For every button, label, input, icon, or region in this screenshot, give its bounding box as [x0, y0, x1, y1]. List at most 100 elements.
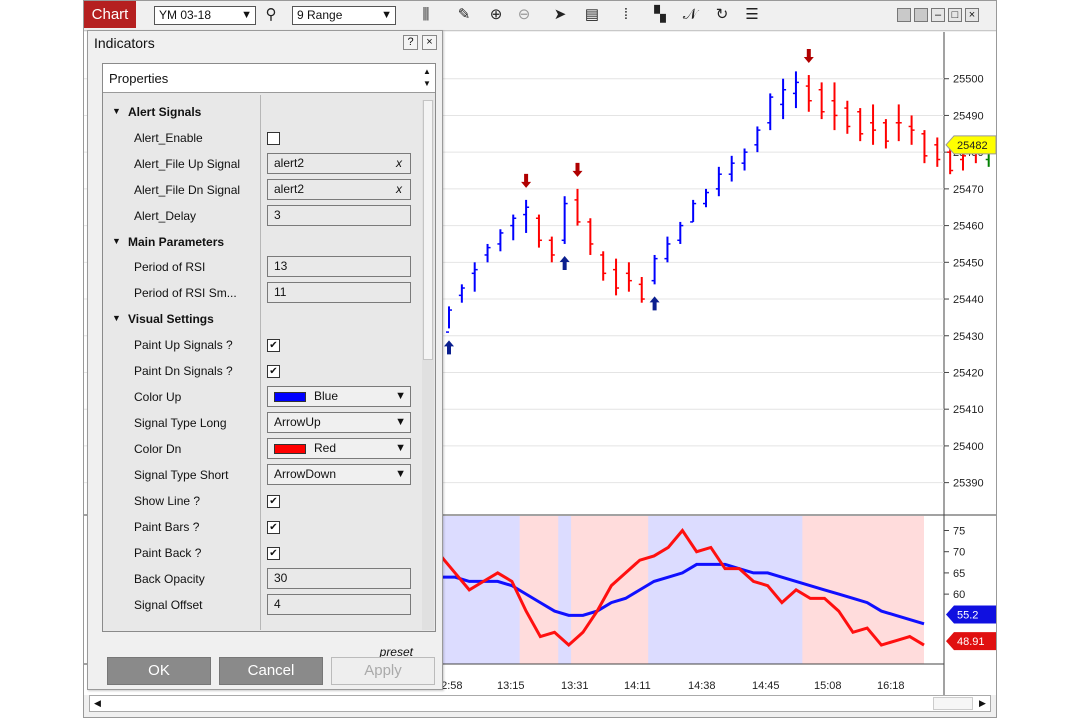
property-select[interactable]: ArrowUp ▼: [267, 411, 411, 433]
rsi-value-marker-label: 48.91: [957, 636, 985, 648]
property-input[interactable]: 30: [267, 567, 411, 589]
price-bar: [844, 100, 851, 134]
interval-select[interactable]: 9 Range ▼: [292, 6, 396, 25]
property-label: Signal Offset: [134, 597, 203, 612]
property-label: Alert_Delay: [134, 208, 197, 223]
properties-icon[interactable]: ☰: [742, 5, 762, 25]
price-bar: [600, 251, 607, 281]
property-label: Alert_Enable: [134, 130, 203, 145]
price-bar: [664, 236, 671, 263]
refresh-icon[interactable]: ↻: [712, 5, 732, 25]
price-bar: [805, 75, 812, 112]
property-input[interactable]: 3: [267, 204, 411, 226]
color-select[interactable]: Blue ▼: [267, 385, 411, 407]
price-bar: [857, 108, 864, 142]
time-tick-label: 13:31: [561, 680, 589, 692]
input-value: 11: [274, 285, 287, 299]
scroll-thumb[interactable]: [423, 100, 433, 360]
collapse-triangle-icon[interactable]: ▼: [112, 106, 121, 116]
apply-button[interactable]: Apply: [331, 657, 435, 685]
property-input[interactable]: alert2 x: [267, 152, 411, 174]
zoom-in-icon[interactable]: ⊕: [486, 5, 506, 25]
color-name: Blue: [314, 388, 339, 403]
pencil-icon[interactable]: ✎: [454, 5, 474, 25]
property-row: Alert_File Up Signal alert2 x: [103, 151, 421, 177]
signal-down-arrow-icon: [572, 162, 583, 177]
tile-icon[interactable]: [914, 8, 928, 22]
property-label: Paint Bars ?: [134, 519, 200, 534]
ok-button[interactable]: OK: [107, 657, 211, 685]
select-value: ArrowUp: [274, 414, 321, 429]
property-checkbox[interactable]: ✔: [267, 494, 280, 508]
strategies-icon[interactable]: ▚: [650, 5, 670, 25]
indicators-icon[interactable]: ⁞: [616, 5, 636, 25]
property-row: Signal Offset 4: [103, 592, 421, 618]
price-bar: [510, 214, 517, 241]
section-header[interactable]: ▼ Main Parameters: [103, 229, 421, 255]
section-header[interactable]: ▼ Alert Signals: [103, 99, 421, 125]
close-button[interactable]: ×: [422, 35, 437, 50]
dialog-title: Indicators: [94, 35, 155, 51]
time-tick-label: 15:08: [814, 680, 842, 692]
drawing-tools-icon[interactable]: 𝒩: [680, 5, 700, 25]
property-label: Period of RSI Sm...: [134, 286, 237, 300]
search-icon[interactable]: ⚲: [261, 5, 281, 25]
indicators-dialog: Indicators ? × Properties ▲ ▼ ▼ Alert Sign…: [87, 30, 443, 690]
scroll-left-icon[interactable]: ◀: [90, 696, 105, 711]
help-button[interactable]: ?: [403, 35, 418, 50]
pointer-icon[interactable]: ➤: [550, 5, 570, 25]
property-input[interactable]: 13: [267, 256, 411, 277]
property-checkbox[interactable]: [267, 131, 280, 145]
zoom-out-icon[interactable]: ⊖: [514, 5, 534, 25]
horizontal-scrollbar[interactable]: ◀ ▶: [89, 695, 991, 712]
price-tick-label: 25420: [953, 367, 984, 379]
property-input[interactable]: 11: [267, 282, 411, 303]
property-checkbox[interactable]: ✔: [267, 338, 280, 352]
clear-icon[interactable]: x: [396, 154, 402, 173]
property-label: Paint Up Signals ?: [134, 337, 233, 352]
header-scroll-icon[interactable]: ▲ ▼: [421, 66, 433, 90]
color-select[interactable]: Red ▼: [267, 437, 411, 459]
price-bar: [780, 78, 787, 120]
maximize-icon[interactable]: □: [948, 8, 962, 22]
chart-tab[interactable]: Chart: [84, 1, 136, 28]
property-checkbox[interactable]: ✔: [267, 546, 280, 560]
cancel-button[interactable]: Cancel: [219, 657, 323, 685]
property-row: Paint Bars ? ✔: [103, 514, 421, 540]
price-bar: [895, 104, 902, 142]
price-bar: [587, 218, 594, 255]
time-tick-label: 13:15: [497, 680, 525, 692]
property-checkbox[interactable]: ✔: [267, 364, 280, 378]
chevron-down-icon: ▼: [381, 9, 392, 21]
scroll-thumb[interactable]: [933, 697, 973, 710]
property-select[interactable]: ArrowDown ▼: [267, 463, 411, 485]
scroll-right-icon[interactable]: ▶: [975, 696, 990, 711]
interval-value: 9 Range: [297, 8, 343, 22]
bar-style-icon[interactable]: ⫼: [416, 5, 436, 25]
property-checkbox[interactable]: ✔: [267, 520, 280, 534]
price-bar: [690, 199, 697, 223]
rsi-smoothed-value-marker-label: 55.2: [957, 609, 978, 621]
section-header[interactable]: ▼ Visual Settings: [103, 306, 421, 332]
property-input[interactable]: alert2 x: [267, 178, 411, 200]
collapse-triangle-icon[interactable]: ▼: [112, 236, 121, 246]
property-label: Signal Type Short: [134, 467, 229, 482]
time-tick-label: 14:45: [752, 680, 780, 692]
property-label: Period of RSI: [134, 260, 206, 274]
collapse-triangle-icon[interactable]: ▼: [112, 313, 121, 323]
property-label: Paint Back ?: [134, 545, 202, 560]
properties-label: Properties: [109, 71, 169, 86]
price-bar: [767, 93, 774, 131]
price-tick-label: 25460: [953, 221, 984, 233]
minimize-icon[interactable]: –: [931, 8, 945, 22]
clear-icon[interactable]: x: [396, 180, 402, 199]
property-row: Period of RSI 13: [103, 254, 421, 280]
chevron-down-icon: ▼: [395, 467, 406, 480]
property-input[interactable]: 4: [267, 593, 411, 615]
properties-scrollbar[interactable]: [422, 100, 434, 630]
close-icon[interactable]: ×: [965, 8, 979, 22]
input-value: 4: [274, 596, 281, 611]
tile-icon[interactable]: [897, 8, 911, 22]
data-box-icon[interactable]: ▤: [582, 5, 602, 25]
instrument-select[interactable]: YM 03-18 ▼: [154, 6, 256, 25]
